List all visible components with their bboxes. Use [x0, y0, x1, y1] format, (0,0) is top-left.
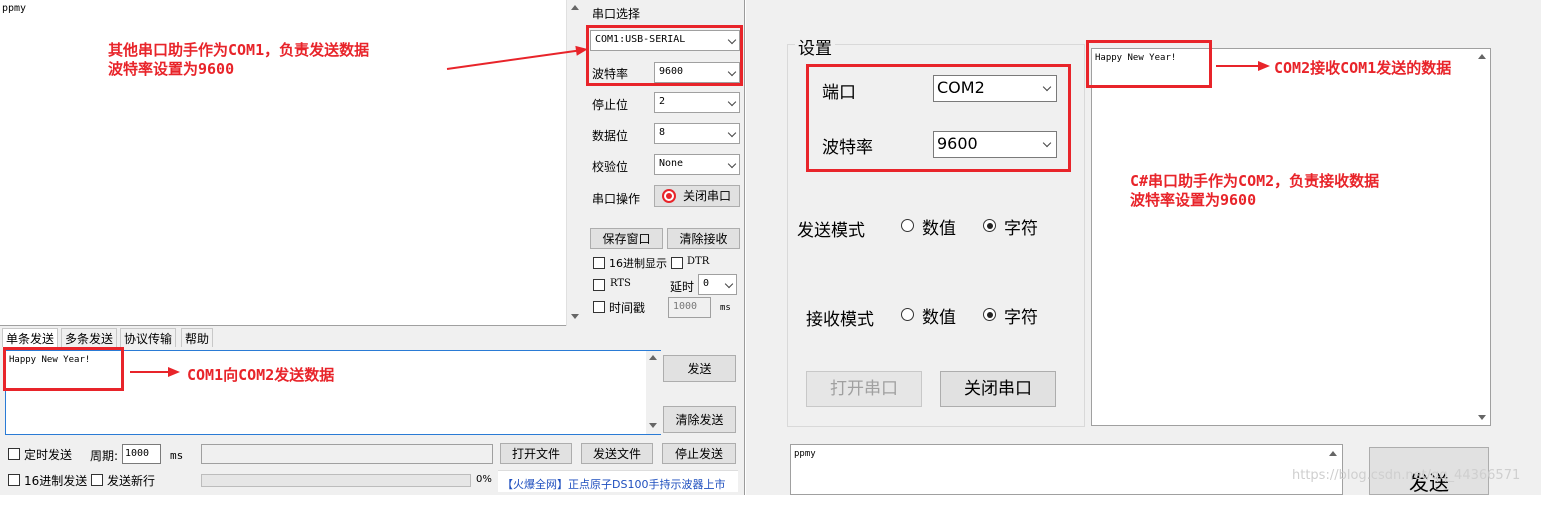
- serial-op-label: 串口操作: [592, 192, 641, 206]
- send-mode-char-radio[interactable]: [983, 219, 996, 232]
- timed-send-checkbox[interactable]: [8, 448, 20, 460]
- chevron-down-icon: [727, 159, 737, 169]
- scroll-down-icon[interactable]: [649, 423, 657, 428]
- databits-label: 数据位: [592, 129, 629, 143]
- scroll-down-icon[interactable]: [571, 314, 579, 319]
- hex-send-checkbox[interactable]: [8, 474, 20, 486]
- period-input[interactable]: 1000: [122, 444, 161, 464]
- databits-select-value: 8: [659, 127, 666, 138]
- stopbits-select[interactable]: 2: [654, 92, 740, 113]
- tab-multi-send[interactable]: 多条发送: [61, 328, 118, 347]
- com2-note-line1: C#串口助手作为COM2，负责接收数据: [1130, 172, 1380, 190]
- delay-label: 延时: [670, 280, 695, 294]
- send-newline-checkbox[interactable]: [91, 474, 103, 486]
- progress-text: 0%: [476, 474, 492, 485]
- com1-note-line2: 波特率设置为9600: [108, 60, 235, 78]
- send-mode-label: 发送模式: [797, 221, 865, 241]
- hex-display-checkbox[interactable]: [593, 257, 605, 269]
- scroll-up-icon[interactable]: [1329, 451, 1337, 456]
- clear-send-button[interactable]: 清除发送: [663, 406, 736, 433]
- chevron-down-icon: [724, 279, 734, 289]
- com2-send-input[interactable]: ppmy: [790, 444, 1343, 495]
- parity-select-value: None: [659, 158, 684, 169]
- timed-send-label: 定时发送: [24, 448, 73, 462]
- ad-link[interactable]: 【火爆全网】正点原子DS100手持示波器上市: [498, 470, 738, 492]
- send-newline-label: 发送新行: [107, 474, 156, 488]
- com2-note-line2: 波特率设置为9600: [1130, 191, 1257, 209]
- receive-mode-char-label: 字符: [1004, 308, 1038, 328]
- timestamp-label: 时间戳: [609, 301, 646, 315]
- status-led-icon: [662, 189, 676, 203]
- com1-note-line1: 其他串口助手作为COM1，负责发送数据: [108, 41, 370, 59]
- timestamp-input[interactable]: 1000: [668, 297, 711, 318]
- hex-send-label: 16进制发送: [24, 474, 88, 488]
- stopbits-label: 停止位: [592, 98, 629, 112]
- delay-select[interactable]: 0: [698, 274, 737, 295]
- arrow-head-icon: [168, 367, 180, 377]
- highlight-box-com2-receive: [1086, 40, 1212, 88]
- receive-mode-char-radio[interactable]: [983, 308, 996, 321]
- send-mode-numeric-radio[interactable]: [901, 219, 914, 232]
- rts-checkbox[interactable]: [593, 279, 605, 291]
- chevron-down-icon: [727, 128, 737, 138]
- com2-send-input-text: ppmy: [794, 449, 816, 459]
- com2-receive-note: COM2接收COM1发送的数据: [1274, 59, 1452, 77]
- send-scrollbar[interactable]: [646, 351, 661, 434]
- delay-select-value: 0: [703, 278, 710, 289]
- highlight-box-com2-settings: [806, 64, 1071, 172]
- parity-select[interactable]: None: [654, 154, 740, 175]
- scroll-up-icon[interactable]: [649, 355, 657, 360]
- receive-mode-label: 接收模式: [806, 310, 874, 330]
- arrow-line: [1216, 65, 1260, 67]
- scroll-up-icon[interactable]: [1478, 54, 1486, 59]
- timestamp-checkbox[interactable]: [593, 301, 605, 313]
- chevron-down-icon: [727, 97, 737, 107]
- settings-group-title: 设置: [795, 34, 835, 59]
- watermark-text: https://blog.csdn.net/qq_44366571: [1292, 468, 1521, 483]
- tab-protocol[interactable]: 协议传输: [120, 328, 177, 347]
- close-port-label: 关闭串口: [683, 189, 732, 203]
- receive-text: ppmy: [2, 3, 27, 14]
- open-file-button[interactable]: 打开文件: [500, 443, 572, 464]
- receive-mode-numeric-label: 数值: [922, 308, 956, 328]
- save-window-button[interactable]: 保存窗口: [590, 228, 663, 249]
- com2-close-port-button[interactable]: 关闭串口: [940, 371, 1056, 407]
- highlight-box-com1-settings: [586, 25, 743, 86]
- send-file-button[interactable]: 发送文件: [581, 443, 653, 464]
- scroll-up-icon[interactable]: [571, 5, 579, 10]
- send-mode-numeric-label: 数值: [922, 219, 956, 239]
- scroll-down-icon[interactable]: [1478, 415, 1486, 420]
- arrow-head-icon: [1258, 61, 1270, 71]
- hex-display-label: 16进制显示: [609, 257, 667, 270]
- dtr-checkbox[interactable]: [671, 257, 683, 269]
- highlight-box-com1-send: [3, 347, 124, 391]
- tab-help[interactable]: 帮助: [181, 328, 214, 347]
- period-unit: ms: [170, 449, 184, 462]
- clear-receive-button[interactable]: 清除接收: [667, 228, 740, 249]
- open-port-button[interactable]: 打开串口: [806, 371, 922, 407]
- arrow-line: [130, 371, 170, 373]
- com1-send-note: COM1向COM2发送数据: [187, 366, 335, 384]
- send-progress-bar: [201, 474, 471, 487]
- file-path-input[interactable]: [201, 444, 493, 464]
- com2-receive-textarea[interactable]: Happy New Year!: [1091, 48, 1491, 426]
- stop-send-button[interactable]: 停止发送: [662, 443, 736, 464]
- rts-label: RTS: [610, 278, 631, 289]
- parity-label: 校验位: [592, 160, 629, 174]
- period-label: 周期:: [90, 449, 119, 463]
- dtr-label: DTR: [687, 256, 710, 267]
- send-button[interactable]: 发送: [663, 355, 736, 382]
- serial-select-title: 串口选择: [592, 7, 641, 21]
- close-port-button[interactable]: 关闭串口: [654, 185, 740, 207]
- receive-mode-numeric-radio[interactable]: [901, 308, 914, 321]
- tab-single-send[interactable]: 单条发送: [2, 328, 59, 347]
- stopbits-select-value: 2: [659, 96, 666, 107]
- timestamp-unit: ms: [720, 303, 731, 313]
- send-mode-char-label: 字符: [1004, 219, 1038, 239]
- databits-select[interactable]: 8: [654, 123, 740, 144]
